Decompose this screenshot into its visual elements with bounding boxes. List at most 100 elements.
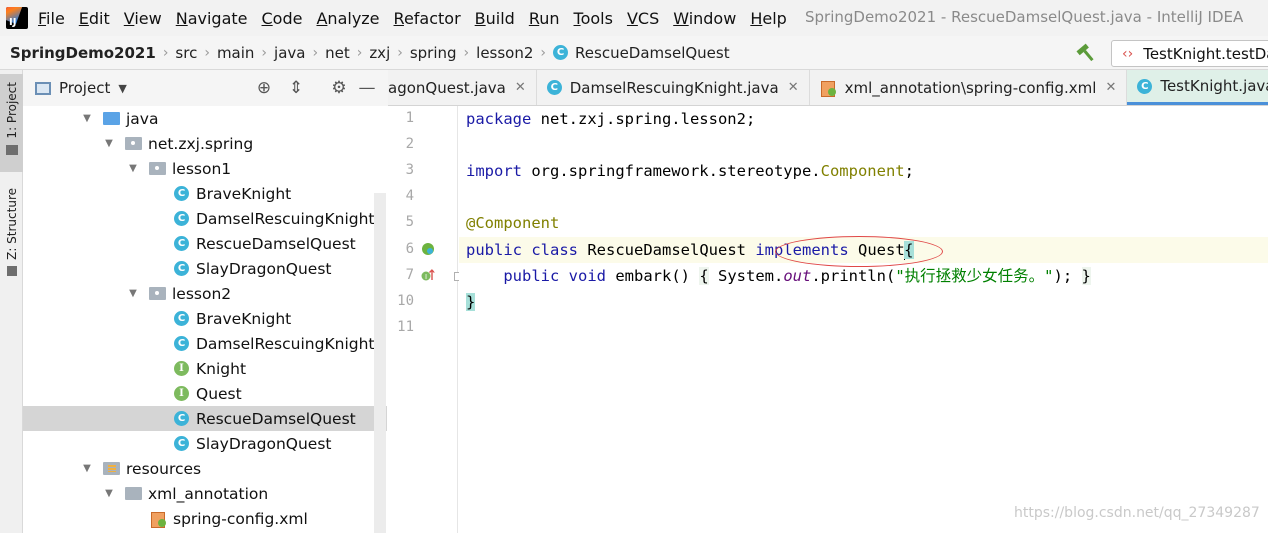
line-number: 10 <box>397 293 414 309</box>
close-icon[interactable]: ✕ <box>515 80 526 95</box>
tree-item-label: BraveKnight <box>196 309 292 328</box>
tree-item-label: xml_annotation <box>148 484 269 503</box>
tree-item-interface[interactable]: I Knight <box>23 356 375 381</box>
expand-arrow-icon[interactable]: ▼ <box>103 488 115 499</box>
class-icon: C <box>174 311 189 326</box>
test-class-icon: C <box>1137 78 1153 94</box>
structure-icon <box>6 265 17 276</box>
project-panel-title[interactable]: Project <box>59 79 110 97</box>
tab-test-knight[interactable]: C TestKnight.java ✕ <box>1127 70 1268 105</box>
breadcrumb-spring[interactable]: spring <box>410 44 457 62</box>
chevron-right-icon: › <box>261 44 268 61</box>
menu-window[interactable]: Window <box>673 9 736 28</box>
expand-arrow-icon[interactable]: ▼ <box>127 288 139 299</box>
tree-item-class[interactable]: C SlayDragonQuest <box>23 256 375 281</box>
chevron-right-icon: › <box>162 44 169 61</box>
class-icon: C <box>174 336 189 351</box>
breadcrumb-lesson2[interactable]: lesson2 <box>476 44 533 62</box>
tree-item-package[interactable]: ▼ net.zxj.spring <box>23 131 375 156</box>
menu-view[interactable]: View <box>124 9 162 28</box>
gear-icon[interactable]: ⚙ <box>329 78 349 98</box>
tree-item-label: RescueDamselQuest <box>196 234 356 253</box>
tree-item-label: DamselRescuingKnight <box>196 334 375 353</box>
tree-item-label: BraveKnight <box>196 184 292 203</box>
expand-arrow-icon[interactable]: ▼ <box>127 163 139 174</box>
tree-item-class[interactable]: C SlayDragonQuest <box>23 431 375 456</box>
tree-item-label: Quest <box>196 384 242 403</box>
menu-code[interactable]: Code <box>262 9 303 28</box>
tree-item-class[interactable]: C RescueDamselQuest <box>23 231 375 256</box>
breadcrumb-file[interactable]: C RescueDamselQuest <box>553 44 730 62</box>
tree-item-class[interactable]: C DamselRescuingKnight <box>23 331 375 356</box>
run-configuration-selector[interactable]: ‹› TestKnight.testDa <box>1111 40 1268 67</box>
tree-item-lesson2[interactable]: ▼ lesson2 <box>23 281 375 306</box>
menu-analyze[interactable]: Analyze <box>316 9 379 28</box>
chevron-right-icon: › <box>463 44 470 61</box>
close-icon[interactable]: ✕ <box>1105 80 1116 95</box>
tree-item-class-selected[interactable]: C RescueDamselQuest <box>23 406 387 431</box>
chevron-right-icon: › <box>540 44 547 61</box>
line-number: 4 <box>405 188 414 204</box>
intellij-logo-icon: IJ <box>6 7 28 29</box>
menu-help[interactable]: Help <box>750 9 786 28</box>
tree-item-class[interactable]: C BraveKnight <box>23 306 375 331</box>
tab-damsel-rescuing-knight[interactable]: C DamselRescuingKnight.java ✕ <box>537 70 810 105</box>
line-number: 7 <box>405 267 414 283</box>
menu-file[interactable]: File <box>38 9 65 28</box>
editor-gutter: 1 2 3 4 5 6 7 10 11 I <box>388 106 458 533</box>
tree-item-interface[interactable]: I Quest <box>23 381 375 406</box>
code-line-3: import org.springframework.stereotype.Co… <box>466 162 914 180</box>
hammer-icon[interactable] <box>1076 42 1098 64</box>
tree-item-xml-annotation[interactable]: ▼ xml_annotation <box>23 481 375 506</box>
folder-icon <box>125 487 142 500</box>
close-icon[interactable]: ✕ <box>788 80 799 95</box>
tree-item-class[interactable]: C DamselRescuingKnight <box>23 206 375 231</box>
class-icon: C <box>174 411 189 426</box>
collapse-all-icon[interactable]: ⇕ <box>286 78 306 98</box>
tree-item-label: RescueDamselQuest <box>196 409 356 428</box>
spring-bean-icon[interactable] <box>421 242 435 256</box>
menu-vcs[interactable]: VCS <box>627 9 659 28</box>
menu-navigate[interactable]: Navigate <box>176 9 248 28</box>
expand-arrow-icon[interactable]: ▼ <box>81 113 93 124</box>
menu-tools[interactable]: Tools <box>574 9 613 28</box>
watermark: https://blog.csdn.net/qq_27349287 <box>1014 505 1260 521</box>
menu-edit[interactable]: Edit <box>79 9 110 28</box>
menu-refactor[interactable]: Refactor <box>394 9 461 28</box>
project-window-icon <box>35 81 51 95</box>
left-tool-stripe: 1: Project Z: Structure <box>0 70 23 533</box>
tab-slay-dragon-quest[interactable]: agonQuest.java ✕ <box>388 70 537 105</box>
minimize-icon[interactable]: — <box>357 78 377 98</box>
locate-icon[interactable]: ⊕ <box>254 78 274 98</box>
class-icon: C <box>174 186 189 201</box>
breadcrumb-zxj[interactable]: zxj <box>369 44 390 62</box>
tree-item-xml-file[interactable]: spring-config.xml <box>23 506 375 531</box>
tree-item-class[interactable]: C BraveKnight <box>23 181 375 206</box>
breadcrumb-java[interactable]: java <box>274 44 305 62</box>
breadcrumb-project[interactable]: SpringDemo2021 <box>10 44 156 62</box>
caret-down-icon[interactable]: ▼ <box>118 82 126 95</box>
expand-arrow-icon[interactable]: ▼ <box>81 463 93 474</box>
breadcrumb-src[interactable]: src <box>175 44 197 62</box>
stripe-tab-project[interactable]: 1: Project <box>0 74 23 172</box>
tree-item-lesson1[interactable]: ▼ lesson1 <box>23 156 375 181</box>
tree-item-label: net.zxj.spring <box>148 134 254 153</box>
code-editor[interactable]: package net.zxj.spring.lesson2; import o… <box>459 106 1268 533</box>
breadcrumb-main[interactable]: main <box>217 44 254 62</box>
interface-icon: I <box>174 386 189 401</box>
editor-tabs: agonQuest.java ✕ C DamselRescuingKnight.… <box>388 70 1268 106</box>
stripe-tab-structure[interactable]: Z: Structure <box>0 182 23 286</box>
implements-method-icon[interactable]: I <box>421 268 435 282</box>
breadcrumb-net[interactable]: net <box>325 44 350 62</box>
chevron-right-icon: › <box>312 44 319 61</box>
expand-arrow-icon[interactable]: ▼ <box>103 138 115 149</box>
tree-item-java[interactable]: ▼ java <box>23 106 375 131</box>
class-icon: C <box>174 436 189 451</box>
project-tree-scrollbar[interactable] <box>374 193 386 533</box>
menu-build[interactable]: Build <box>475 9 515 28</box>
tree-item-resources[interactable]: ▼ resources <box>23 456 375 481</box>
svg-text:I: I <box>425 273 427 281</box>
tab-spring-config-xml[interactable]: xml_annotation\spring-config.xml ✕ <box>810 70 1128 105</box>
menu-run[interactable]: Run <box>529 9 560 28</box>
tab-label: agonQuest.java <box>388 78 506 97</box>
